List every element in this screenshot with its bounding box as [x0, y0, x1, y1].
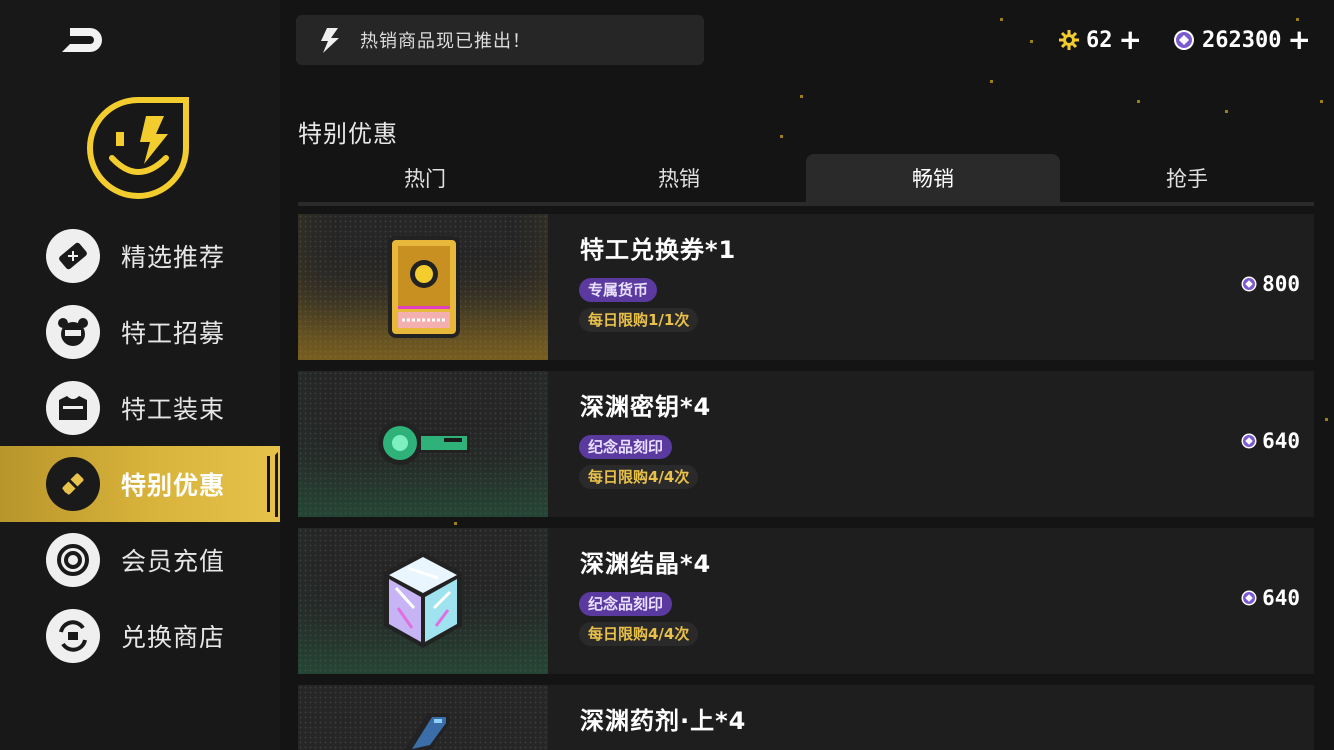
announcement-banner[interactable]: 热销商品现已推出！ — [296, 15, 704, 65]
product-thumbnail — [298, 371, 548, 517]
sidebar-item-label: 精选推荐 — [121, 243, 226, 272]
price-value: 640 — [1262, 586, 1300, 610]
product-thumbnail — [298, 214, 548, 360]
product-tag: 纪念品刻印 — [579, 592, 673, 616]
sidebar: 精选推荐 特工招募 特工装束 特别优惠 会员充值 兑换商店 — [0, 0, 280, 750]
product-name: 特工兑换券*1 — [580, 236, 737, 264]
product-card[interactable]: 特工兑换券*1 专属货币 每日限购1/1次 800 — [298, 214, 1314, 360]
sidebar-item-membership[interactable]: 会员充值 — [0, 522, 280, 598]
category-tabs: 热门 热销 畅销 抢手 — [298, 154, 1314, 206]
product-card[interactable]: 深渊密钥*4 纪念品刻印 每日限购4/4次 640 — [298, 371, 1314, 517]
sidebar-item-label: 特别优惠 — [121, 471, 226, 500]
price-value: 640 — [1262, 429, 1300, 453]
sidebar-item-label: 兑换商店 — [121, 623, 226, 652]
page-title: 特别优惠 — [298, 120, 398, 148]
product-tag: 纪念品刻印 — [579, 435, 673, 459]
product-thumbnail — [298, 685, 548, 750]
sidebar-item-agent-recruit[interactable]: 特工招募 — [0, 294, 280, 370]
sidebar-item-agent-costume[interactable]: 特工装束 — [0, 370, 280, 446]
abyss-potion-icon — [403, 713, 450, 750]
announcement-text: 热销商品现已推出！ — [360, 31, 531, 52]
sidebar-item-special-offer[interactable]: 特别优惠 — [0, 446, 280, 522]
gem-add-button[interactable]: + — [1287, 26, 1310, 54]
product-card[interactable]: 深渊结晶*4 纪念品刻印 每日限购4/4次 640 — [298, 528, 1314, 674]
purchase-limit: 每日限购1/1次 — [579, 308, 699, 332]
app-logo — [86, 94, 196, 204]
product-price[interactable]: 800 — [1240, 272, 1300, 296]
tab-in-demand[interactable]: 抢手 — [1060, 154, 1314, 202]
target-coin-icon — [46, 533, 100, 587]
gem-currency[interactable]: 262300 + — [1172, 24, 1311, 56]
sidebar-item-label: 会员充值 — [121, 547, 226, 576]
gold-amount: 62 — [1086, 27, 1113, 53]
exchange-icon — [46, 609, 100, 663]
tab-best-seller[interactable]: 畅销 — [806, 154, 1060, 202]
product-name: 深渊结晶*4 — [580, 550, 712, 578]
product-card[interactable]: 深渊药剂·上*4 — [298, 685, 1314, 750]
gem-coin-icon — [1241, 590, 1257, 606]
purchase-limit: 每日限购4/4次 — [579, 465, 699, 489]
product-price[interactable]: 640 — [1240, 586, 1300, 610]
gold-currency[interactable]: 62 + — [1058, 24, 1142, 56]
sidebar-item-label: 特工装束 — [121, 395, 226, 424]
sidebar-nav: 精选推荐 特工招募 特工装束 特别优惠 会员充值 兑换商店 — [0, 218, 280, 674]
purchase-limit: 每日限购4/4次 — [579, 622, 699, 646]
agent-voucher-icon — [388, 236, 460, 338]
special-offer-icon — [46, 457, 100, 511]
gem-coin-icon — [1241, 433, 1257, 449]
sidebar-item-featured[interactable]: 精选推荐 — [0, 218, 280, 294]
back-arrow-icon — [62, 28, 102, 52]
gold-add-button[interactable]: + — [1119, 26, 1142, 54]
back-button[interactable] — [56, 22, 108, 58]
abyss-crystal-icon — [384, 552, 462, 648]
costume-icon — [46, 381, 100, 435]
gem-amount: 262300 — [1202, 27, 1282, 53]
smiley-bolt-logo-icon — [87, 97, 189, 199]
product-tag: 专属货币 — [579, 278, 658, 302]
sidebar-item-label: 特工招募 — [121, 319, 226, 348]
gold-gear-icon — [1059, 30, 1079, 50]
product-price[interactable]: 640 — [1240, 429, 1300, 453]
agent-bear-icon — [46, 305, 100, 359]
sidebar-item-exchange-shop[interactable]: 兑换商店 — [0, 598, 280, 674]
tab-popular[interactable]: 热门 — [298, 154, 552, 202]
active-indicator — [267, 456, 270, 512]
gem-coin-icon — [1241, 276, 1257, 292]
tab-hot-sale[interactable]: 热销 — [552, 154, 806, 202]
product-name: 深渊密钥*4 — [580, 393, 712, 421]
ticket-icon — [46, 229, 100, 283]
product-thumbnail — [298, 528, 548, 674]
lightning-icon — [321, 28, 339, 53]
price-value: 800 — [1262, 272, 1300, 296]
gem-coin-icon — [1174, 30, 1194, 50]
abyss-key-icon — [378, 421, 470, 465]
product-name: 深渊药剂·上*4 — [580, 707, 747, 735]
